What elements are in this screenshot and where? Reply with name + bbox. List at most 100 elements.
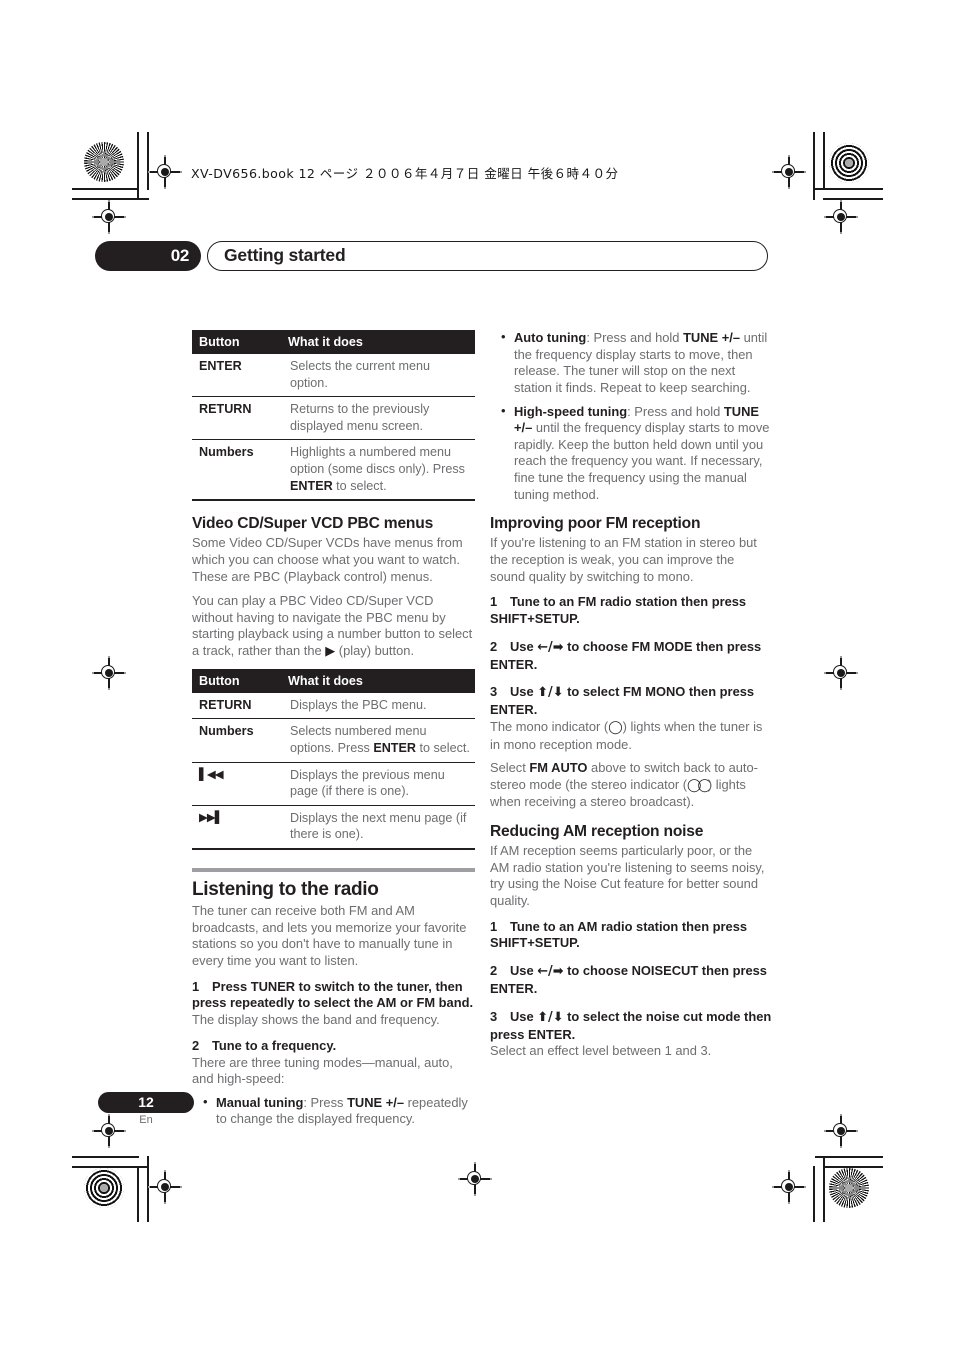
page-language-code: En <box>139 1114 153 1126</box>
chapter-title: Getting started <box>207 241 768 271</box>
row-what-part1: Highlights a numbered menu option (some … <box>290 445 465 477</box>
row-what: Returns to the previously displayed menu… <box>281 396 475 441</box>
crop-mark-bottom-left-h1 <box>72 1156 139 1158</box>
hs-tuning-text1: : Press and hold <box>627 403 724 419</box>
list-item-manual-tuning: Manual tuning: Press TUNE +/– repeatedly… <box>203 1094 475 1128</box>
registration-target-right-upper <box>824 200 858 234</box>
fm-step-1-text: Tune to an FM radio station then press S… <box>490 594 747 627</box>
row-what-part2: to select. <box>416 740 470 755</box>
am-step-1: 1 Tune to an AM radio station then press … <box>490 919 773 953</box>
am-step-3: 3 Use ⬆/⬇ to select the noise cut mode th… <box>490 1009 773 1044</box>
am-step-1-text: Tune to an AM radio station then press S… <box>490 918 748 951</box>
fm-step-3-number: 3 <box>490 684 498 700</box>
registration-target-top-left <box>148 155 182 189</box>
up-down-arrows-icon: ⬆/⬇ <box>537 1009 564 1025</box>
crop-mark-top-left-v2 <box>147 132 149 190</box>
radio-step-1-number: 1 <box>192 978 200 994</box>
tuning-modes-list-continued: Auto tuning: Press and hold TUNE +/– unt… <box>490 329 773 504</box>
table-header-row: Button What it does <box>192 668 475 693</box>
prev-arrows: ◀◀ <box>206 766 224 781</box>
registration-target-top-right <box>772 155 806 189</box>
crop-mark-top-right-h1 <box>815 188 883 190</box>
prev-bar: ▌ <box>199 766 208 781</box>
up-down-arrows-icon: ⬆/⬇ <box>537 685 564 701</box>
fm-step-1-number: 1 <box>490 594 498 610</box>
auto-tuning-label: Auto tuning <box>514 330 587 345</box>
table-row: Numbers Highlights a numbered menu optio… <box>192 439 475 502</box>
col-header-button: Button <box>192 668 281 693</box>
row-what: Displays the PBC menu. <box>281 692 475 720</box>
am-noise-paragraph: If AM reception seems particularly poor,… <box>490 843 765 909</box>
crop-mark-bottom-right-h1 <box>815 1156 883 1158</box>
registration-target-bottom-left <box>148 1170 182 1204</box>
printer-star-mark-top-left <box>84 142 124 182</box>
fm-step-3: 3 Use ⬆/⬇ to select FM MONO then press EN… <box>490 684 773 719</box>
left-right-arrows-icon: ←/➡ <box>537 964 564 980</box>
table-header-row: Button What it does <box>192 330 475 354</box>
menu-button-table-body: ENTER Selects the current menu option. R… <box>192 354 475 502</box>
mono-indicator-icon: ◯ <box>608 719 623 735</box>
fm-auto-key: FM AUTO <box>529 760 588 776</box>
am-step-2-text1: Use <box>510 963 538 979</box>
list-item-high-speed-tuning: High-speed tuning: Press and hold TUNE +… <box>501 403 773 504</box>
row-button: RETURN <box>192 692 281 720</box>
pbc-paragraph-2-part2: (play) button. <box>335 643 415 659</box>
menu-button-table: Button What it does ENTER Selects the cu… <box>192 330 475 502</box>
am-step-1-number: 1 <box>490 918 498 934</box>
fm-step-3-sub: The mono indicator (◯) lights when the t… <box>490 719 773 753</box>
radio-step-2: 2 Tune to a frequency. <box>192 1038 475 1055</box>
hs-tuning-text2: until the frequency display starts to mo… <box>514 420 770 502</box>
menu-button-table-head: Button What it does <box>192 330 475 354</box>
list-item-auto-tuning: Auto tuning: Press and hold TUNE +/– unt… <box>501 329 773 397</box>
row-what-key: ENTER <box>290 478 333 493</box>
col-header-what: What it does <box>281 330 475 354</box>
crop-mark-bottom-left-v2 <box>147 1156 149 1222</box>
auto-tuning-text1: : Press and hold <box>586 330 684 345</box>
fm-step-3-text1: Use <box>510 684 538 700</box>
pbc-button-table: Button What it does RETURN Displays the … <box>192 668 475 851</box>
table-row: ENTER Selects the current menu option. <box>192 354 475 398</box>
next-page-icon: ▶▶▌ <box>192 805 281 851</box>
pbc-paragraph-1: Some Video CD/Super VCDs have menus from… <box>192 535 463 584</box>
registration-target-right-lower <box>824 1114 858 1148</box>
pbc-menus-heading: Video CD/Super VCD PBC menus <box>192 515 434 533</box>
radio-step-1-sub: The display shows the band and frequency… <box>192 1012 440 1028</box>
radio-step-1: 1 Press TUNER to switch to the tuner, the… <box>192 979 475 1013</box>
table-row: RETURN Returns to the previously display… <box>192 396 475 441</box>
chapter-number: 02 <box>95 241 201 271</box>
registration-target-left-middle <box>92 656 126 690</box>
registration-target-left-upper <box>92 200 126 234</box>
table-row: ▶▶▌ Displays the next menu page (if ther… <box>192 805 475 851</box>
printer-star-mark-bottom-left <box>84 1168 124 1208</box>
crop-mark-bottom-left-v1 <box>137 1166 139 1222</box>
registration-target-bottom-right <box>772 1170 806 1204</box>
row-what: Displays the next menu page (if there is… <box>281 805 475 851</box>
fm-auto-text1: Select <box>490 760 530 776</box>
chapter-banner: 02 Getting started <box>95 241 768 271</box>
am-noise-heading: Reducing AM reception noise <box>490 823 704 841</box>
fm-mono-text1: The mono indicator ( <box>490 718 609 734</box>
row-button: ENTER <box>192 354 281 398</box>
section-divider-rule <box>192 868 475 873</box>
col-header-what: What it does <box>281 668 475 693</box>
pbc-button-table-body: RETURN Displays the PBC menu. Numbers Se… <box>192 692 475 851</box>
row-what-part2: to select. <box>332 478 387 493</box>
auto-tuning-key: TUNE +/– <box>683 330 741 345</box>
tuning-modes-list: Manual tuning: Press TUNE +/– repeatedly… <box>192 1094 475 1128</box>
fm-step-1: 1 Tune to an FM radio station then press … <box>490 594 773 628</box>
pbc-button-table-head: Button What it does <box>192 668 475 693</box>
am-step-3-text1: Use <box>510 1008 538 1024</box>
table-row: Numbers Selects numbered menu options. P… <box>192 718 475 763</box>
listening-radio-paragraph: The tuner can receive both FM and AM bro… <box>192 903 467 968</box>
am-step-2-number: 2 <box>490 963 498 979</box>
right-column: Auto tuning: Press and hold TUNE +/– unt… <box>490 329 773 1067</box>
printer-star-mark-bottom-right <box>829 1168 869 1208</box>
am-step-3-number: 3 <box>490 1008 498 1024</box>
radio-step-2-number: 2 <box>192 1037 200 1053</box>
left-right-arrows-icon: ←/➡ <box>537 639 564 655</box>
crop-mark-top-left-h1 <box>72 188 139 190</box>
manual-tuning-label: Manual tuning <box>216 1094 304 1110</box>
registration-target-bottom-center <box>458 1162 492 1196</box>
am-step-3-sub: Select an effect level between 1 and 3. <box>490 1043 712 1059</box>
pbc-paragraph-2: You can play a PBC Video CD/Super VCD wi… <box>192 593 475 661</box>
